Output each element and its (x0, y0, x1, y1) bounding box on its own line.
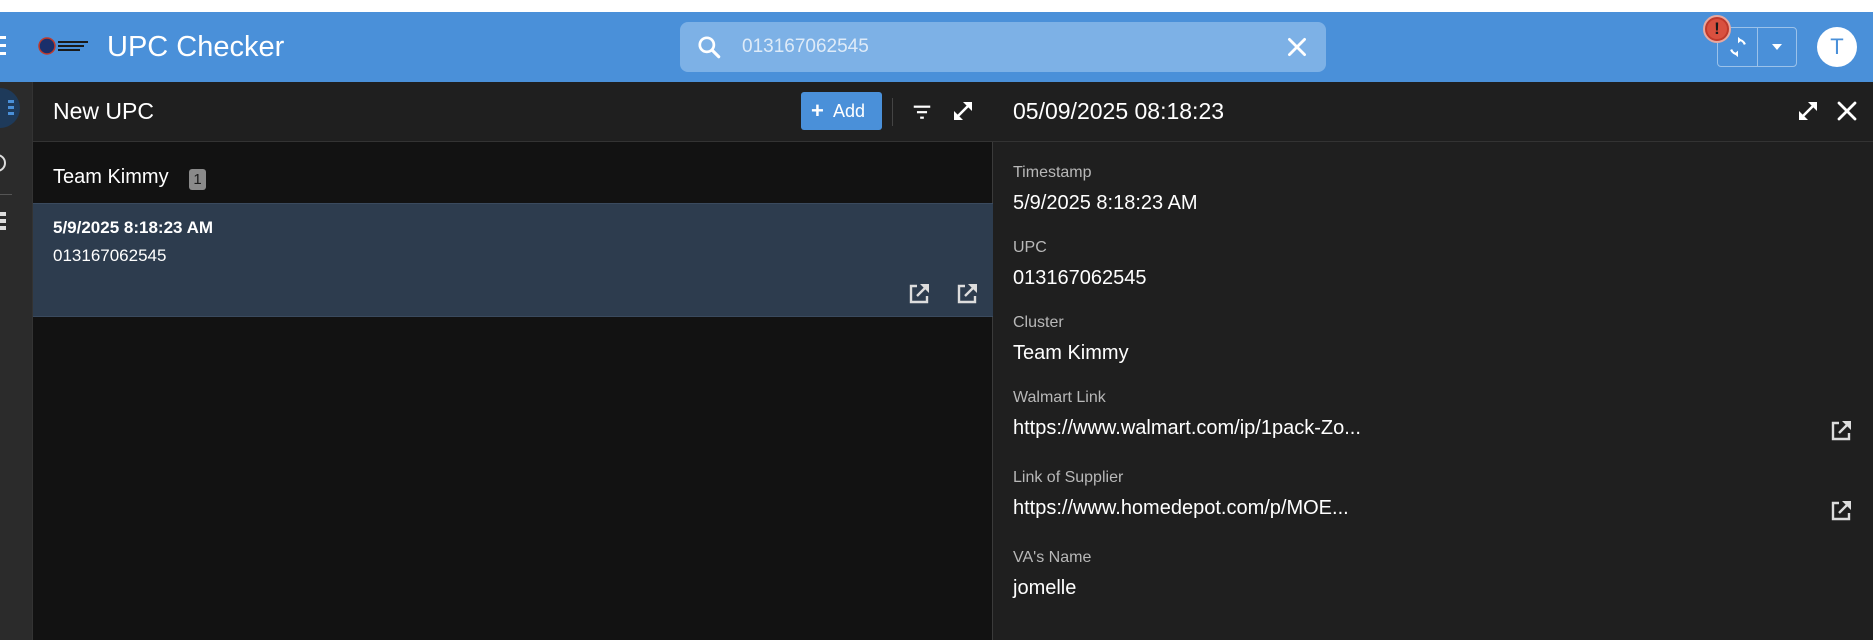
field-label: VA's Name (1013, 549, 1092, 566)
field-timestamp: Timestamp 5/9/2025 8:18:23 AM (1013, 164, 1853, 215)
search-bar[interactable] (680, 22, 1326, 72)
top-strip (0, 0, 1873, 12)
detail-title: 05/09/2025 08:18:23 (1013, 98, 1225, 124)
detail-panel: 05/09/2025 08:18:23 Timestamp 5/9/2025 8… (993, 82, 1873, 640)
list-header: New UPC + Add (33, 82, 993, 142)
field-value: 5/9/2025 8:18:23 AM (1013, 192, 1198, 214)
external-link-icon[interactable] (955, 282, 979, 306)
add-button[interactable]: + Add (801, 92, 882, 130)
list-title: New UPC (53, 98, 154, 124)
sync-icon (1730, 36, 1746, 58)
sync-options-button[interactable] (1758, 28, 1796, 66)
plus-icon: + (811, 98, 824, 123)
list-item-upc: 013167062545 (53, 246, 167, 265)
rail-list-icon[interactable] (0, 88, 20, 128)
filter-icon[interactable] (911, 101, 933, 123)
group-count-badge: 1 (189, 169, 206, 190)
search-input[interactable] (742, 22, 1242, 72)
user-avatar[interactable]: T (1817, 27, 1857, 67)
list-item-time: 5/9/2025 8:18:23 AM (53, 218, 214, 237)
rail-more-icon[interactable] (0, 212, 6, 232)
external-link-icon[interactable] (907, 282, 931, 306)
close-icon[interactable] (1835, 99, 1859, 123)
field-supplier-link: Link of Supplier https://www.homedepot.c… (1013, 469, 1853, 523)
field-label: Walmart Link (1013, 389, 1106, 406)
search-icon (698, 36, 721, 59)
field-label: Link of Supplier (1013, 469, 1124, 486)
field-cluster: Cluster Team Kimmy (1013, 314, 1853, 365)
rail-divider (0, 194, 12, 195)
field-walmart-link: Walmart Link https://www.walmart.com/ip/… (1013, 389, 1853, 443)
clear-search-icon[interactable] (1284, 34, 1310, 60)
list-panel: New UPC + Add Team Kimmy 1 5/9/2025 8:18:… (33, 82, 993, 640)
app-title: UPC Checker (107, 31, 285, 63)
walmart-link[interactable]: https://www.walmart.com/ip/1pack-Zo... (1013, 417, 1853, 440)
field-value: Team Kimmy (1013, 342, 1129, 364)
caret-down-icon (1772, 44, 1782, 50)
detail-header: 05/09/2025 08:18:23 (993, 82, 1873, 142)
expand-icon[interactable] (1796, 99, 1820, 123)
rail-history-icon[interactable] (0, 154, 6, 172)
external-link-icon[interactable] (1829, 499, 1853, 523)
group-header[interactable]: Team Kimmy (53, 166, 169, 189)
field-label: Timestamp (1013, 164, 1092, 181)
menu-icon[interactable] (0, 36, 6, 58)
add-button-label: Add (833, 101, 866, 121)
field-value: 013167062545 (1013, 267, 1147, 289)
field-label: Cluster (1013, 314, 1064, 331)
alert-badge[interactable]: ! (1703, 15, 1731, 43)
expand-icon[interactable] (951, 99, 975, 123)
field-upc: UPC 013167062545 (1013, 239, 1853, 290)
app-bar: UPC Checker ! T (0, 12, 1873, 82)
supplier-link[interactable]: https://www.homedepot.com/p/MOE... (1013, 497, 1853, 520)
alert-badge-text: ! (1714, 19, 1720, 38)
external-link-icon[interactable] (1829, 419, 1853, 443)
toolbar-divider (892, 98, 893, 126)
field-label: UPC (1013, 239, 1047, 256)
company-logo (38, 37, 88, 55)
field-value: jomelle (1013, 577, 1077, 599)
side-rail (0, 82, 33, 640)
field-va-name: VA's Name jomelle (1013, 549, 1853, 600)
list-item[interactable]: 5/9/2025 8:18:23 AM 013167062545 (33, 203, 993, 317)
